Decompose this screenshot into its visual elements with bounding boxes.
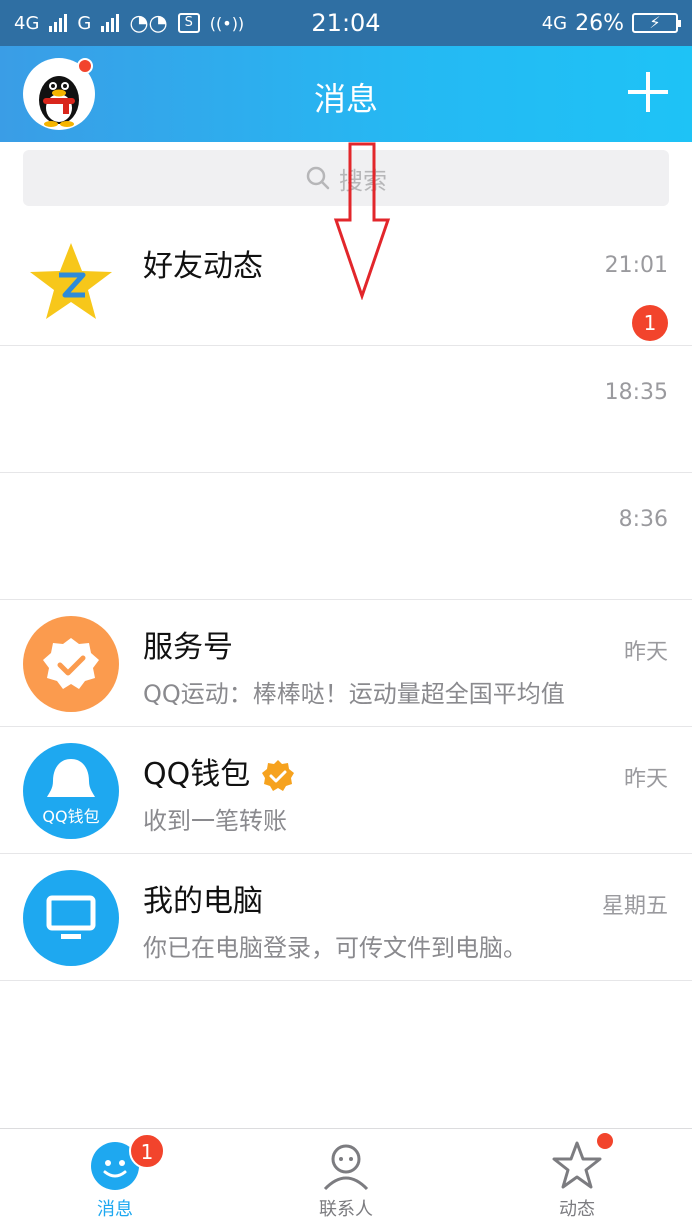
contacts-tab-icon	[323, 1144, 369, 1191]
battery-percent: 26%	[575, 10, 624, 36]
verified-badge-icon	[261, 759, 294, 791]
network-label-4g-right: 4G	[541, 12, 568, 34]
tab-messages[interactable]: 1 消息	[55, 1129, 175, 1230]
page-title: 消息	[313, 80, 378, 118]
annotation-arrow-icon	[333, 142, 391, 300]
conversation-title: QQ钱包	[143, 749, 296, 794]
my-computer-icon	[23, 870, 119, 966]
conversation-time: 昨天	[623, 767, 668, 792]
conversation-time: 昨天	[623, 640, 668, 665]
conversation-preview: QQ运动：棒棒哒！运动量超全国平均值	[143, 680, 565, 708]
status-left: 4G G ◔◔ S ((•))	[14, 11, 244, 36]
monitor-icon	[46, 895, 96, 939]
conversation-hidden-1[interactable]: 18:35	[0, 346, 692, 473]
conversation-title: 服务号	[143, 630, 233, 665]
status-right: 4G 26% ⚡	[541, 10, 681, 36]
conversation-time: 星期五	[601, 894, 668, 919]
qq-wallet-icon-text: QQ钱包	[42, 807, 100, 826]
add-button[interactable]	[626, 70, 670, 114]
s-app-icon: S	[177, 13, 200, 33]
avatar-notification-dot	[77, 58, 93, 74]
star-tab-icon	[552, 1141, 602, 1189]
conversation-time: 21:01	[604, 253, 668, 278]
tab-label: 动态	[559, 1199, 595, 1220]
network-label-4g: 4G	[14, 12, 40, 34]
conversation-qq-wallet[interactable]: QQ钱包 QQ钱包 收到一笔转账 昨天	[0, 727, 692, 854]
signal-icon-2	[101, 14, 120, 32]
tab-feed[interactable]: 动态	[517, 1129, 637, 1230]
conversation-time: 8:36	[618, 507, 668, 532]
hotspot-icon: ((•))	[209, 13, 245, 33]
conversation-my-computer[interactable]: 我的电脑 你已在电脑登录，可传文件到电脑。 星期五	[0, 854, 692, 981]
feed-notification-dot	[597, 1133, 613, 1149]
tab-label: 消息	[97, 1199, 133, 1220]
conversation-service-account[interactable]: 服务号 QQ运动：棒棒哒！运动量超全国平均值 昨天	[0, 600, 692, 727]
conversation-title: 好友动态	[143, 249, 263, 284]
unread-badge: 1	[632, 305, 668, 341]
qq-wallet-icon: QQ钱包	[23, 743, 119, 839]
signal-icon	[49, 14, 68, 32]
wechat-icon: ◔◔	[129, 10, 168, 36]
messages-unread-badge: 1	[129, 1133, 165, 1169]
verified-check-icon	[43, 638, 99, 689]
qzone-star-icon	[30, 243, 112, 319]
network-label-g: G	[77, 12, 92, 34]
tab-label: 联系人	[319, 1199, 373, 1220]
header: 消息	[0, 46, 692, 142]
conversation-hidden-2[interactable]: 8:36	[0, 473, 692, 600]
tab-contacts[interactable]: 联系人	[286, 1129, 406, 1230]
conversation-preview: 收到一笔转账	[143, 807, 287, 835]
conversation-title: 我的电脑	[143, 884, 263, 919]
conversation-preview: 你已在电脑登录，可传文件到电脑。	[143, 934, 527, 962]
service-account-icon	[23, 616, 119, 712]
battery-icon: ⚡	[632, 13, 681, 33]
conversation-time: 18:35	[604, 380, 668, 405]
tab-bar: 1 消息 联系人 动态	[0, 1128, 692, 1230]
search-icon	[306, 166, 330, 190]
status-bar: 4G G ◔◔ S ((•)) 21:04 4G 26% ⚡	[0, 0, 692, 46]
